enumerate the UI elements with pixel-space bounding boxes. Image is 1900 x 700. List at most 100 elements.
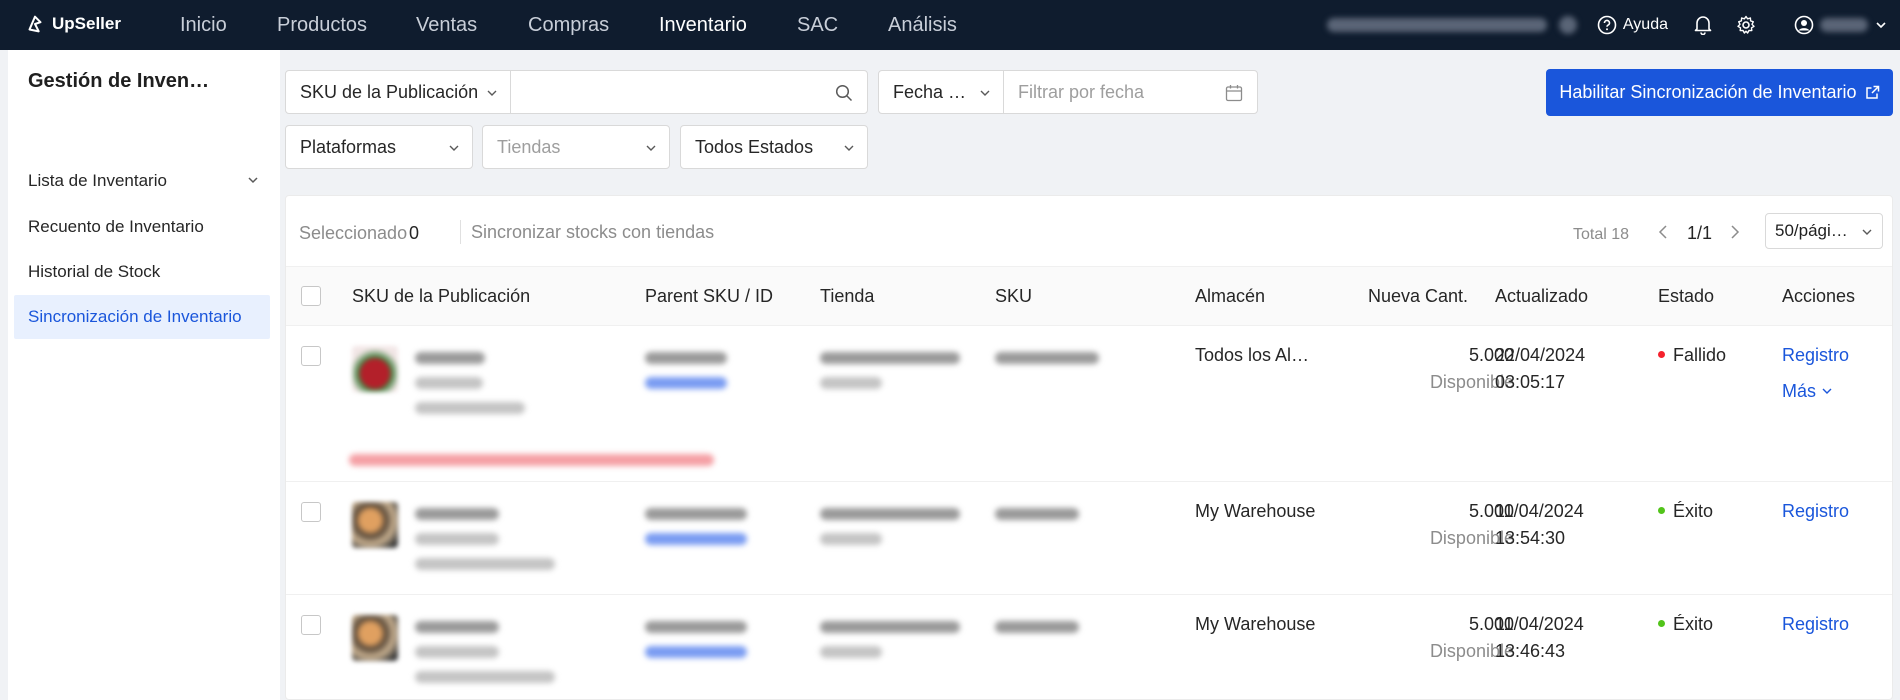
status-success-dot	[1658, 506, 1665, 514]
user-avatar-icon	[1794, 15, 1814, 35]
sku-blurred	[995, 344, 1115, 377]
sidebar-item-historial[interactable]: Historial de Stock	[14, 250, 270, 294]
header-sku-publicacion: SKU de la Publicación	[352, 286, 531, 306]
page-size-value: 50/pági…	[1775, 221, 1848, 240]
platforms-select[interactable]: Plataformas	[285, 125, 473, 169]
table-row: Todos los Al… 5.000 Disponible 22/04/202…	[286, 326, 1892, 482]
updated-date: 11/04/2024	[1495, 501, 1584, 521]
sidebar-item-label: Lista de Inventario	[28, 171, 167, 190]
selected-label: Seleccionado	[299, 223, 408, 243]
row-checkbox[interactable]	[301, 502, 321, 522]
upseller-logo-icon	[28, 15, 42, 33]
sync-stocks-button[interactable]: Sincronizar stocks con tiendas	[460, 220, 714, 244]
sku-type-select[interactable]: SKU de la Publicación	[286, 71, 510, 113]
status-text: Fallido	[1673, 345, 1727, 365]
sidebar-item-label: Recuento de Inventario	[28, 217, 204, 236]
more-actions-dropdown[interactable]: Más	[1782, 378, 1833, 405]
product-thumbnail	[352, 502, 398, 548]
header-almacen: Almacén	[1195, 286, 1266, 306]
enable-sync-label: Habilitar Sincronización de Inventario	[1559, 82, 1857, 102]
upseller-logo[interactable]: UpSeller	[24, 13, 121, 35]
search-icon[interactable]	[835, 84, 853, 102]
product-thumbnail	[352, 615, 398, 661]
listing-sku-blurred	[415, 500, 595, 583]
page-size-select[interactable]: 50/pági…	[1765, 213, 1883, 249]
warehouse: My Warehouse	[1195, 614, 1316, 634]
status-fail-dot	[1658, 350, 1665, 358]
store-blurred	[820, 500, 970, 558]
gear-icon	[1737, 15, 1755, 34]
error-message-blurred	[349, 454, 714, 466]
sidebar-item-label: Sincronización de Inventario	[28, 307, 242, 326]
registro-link[interactable]: Registro	[1782, 611, 1849, 638]
username-blurred	[1820, 18, 1868, 32]
status-text: Éxito	[1673, 614, 1714, 634]
help-icon	[1597, 15, 1617, 35]
row-checkbox[interactable]	[301, 346, 321, 366]
sidebar: Gestión de Inven… Lista de Inventario Re…	[0, 50, 280, 700]
nav-ventas[interactable]: Ventas	[416, 14, 477, 37]
updated-date: 11/04/2024	[1495, 614, 1584, 634]
help-link[interactable]: Ayuda	[1597, 15, 1668, 35]
chevron-down-icon	[844, 145, 854, 151]
chevron-down-icon	[980, 90, 990, 96]
sidebar-item-lista-inventario[interactable]: Lista de Inventario	[14, 159, 270, 203]
inventory-sync-table-card: Seleccionado 0 Sincronizar stocks con ti…	[285, 195, 1893, 700]
stores-select[interactable]: Tiendas	[482, 125, 670, 169]
help-label: Ayuda	[1622, 16, 1668, 33]
parent-sku-blurred	[645, 613, 765, 671]
qty-label: Disponible	[1429, 528, 1514, 548]
status-badge: Fallido	[1658, 342, 1726, 369]
sku-type-value: SKU de la Publicación	[300, 81, 479, 102]
nav-inicio[interactable]: Inicio	[180, 14, 227, 37]
nav-sac[interactable]: SAC	[797, 14, 838, 37]
registro-link[interactable]: Registro	[1782, 342, 1849, 369]
notifications-button[interactable]	[1694, 15, 1712, 35]
date-type-select[interactable]: Fecha …	[879, 71, 1003, 113]
table-header: SKU de la Publicación Parent SKU / ID Ti…	[286, 266, 1892, 326]
updated-date: 22/04/2024	[1495, 345, 1586, 365]
store-blurred	[820, 344, 970, 402]
updated-time: 13:46:43	[1495, 641, 1566, 661]
sidebar-item-recuento[interactable]: Recuento de Inventario	[14, 205, 270, 249]
status-select[interactable]: Todos Estados	[680, 125, 868, 169]
parent-sku-blurred	[645, 344, 765, 402]
sidebar-item-sincronizacion[interactable]: Sincronización de Inventario	[14, 295, 270, 339]
settings-button[interactable]	[1736, 15, 1756, 35]
registro-link[interactable]: Registro	[1782, 498, 1849, 525]
status-text: Éxito	[1673, 501, 1714, 521]
sku-search-input[interactable]	[510, 71, 867, 113]
chevron-down-icon	[487, 90, 497, 96]
row-checkbox[interactable]	[301, 615, 321, 635]
parent-sku-blurred	[645, 500, 765, 558]
date-range-input[interactable]: Filtrar por fecha	[1003, 71, 1257, 113]
brand-name: UpSeller	[52, 14, 121, 33]
store-blurred	[820, 613, 970, 671]
enable-inventory-sync-button[interactable]: Habilitar Sincronización de Inventario	[1546, 69, 1893, 116]
qty-label: Disponible	[1429, 372, 1514, 392]
nav-inventario[interactable]: Inventario	[659, 14, 747, 37]
prev-page-icon[interactable]	[1656, 224, 1670, 240]
chevron-down-icon	[646, 145, 656, 151]
new-qty: 5.000	[1468, 345, 1514, 365]
nav-productos[interactable]: Productos	[277, 14, 367, 37]
select-all-checkbox[interactable]	[301, 286, 321, 306]
nav-analisis[interactable]: Análisis	[888, 14, 957, 37]
user-menu[interactable]	[1794, 15, 1888, 35]
status-badge: Éxito	[1658, 498, 1713, 525]
account-badge-blurred	[1558, 16, 1577, 34]
chevron-down-icon	[1876, 22, 1886, 29]
status-badge: Éxito	[1658, 611, 1713, 638]
header-sku: SKU	[995, 286, 1033, 306]
date-range-placeholder: Filtrar por fecha	[1018, 81, 1145, 102]
next-page-icon[interactable]	[1728, 224, 1742, 240]
bell-icon	[1694, 16, 1712, 35]
header-nueva-cant: Nueva Cant.	[1368, 286, 1469, 306]
account-info-blurred	[1326, 18, 1547, 32]
nav-compras[interactable]: Compras	[528, 14, 609, 37]
platforms-value: Plataformas	[300, 136, 397, 157]
header-tienda: Tienda	[820, 286, 875, 306]
external-link-icon	[1865, 85, 1879, 99]
qty-label: Disponible	[1429, 641, 1514, 661]
status-value: Todos Estados	[695, 136, 814, 157]
